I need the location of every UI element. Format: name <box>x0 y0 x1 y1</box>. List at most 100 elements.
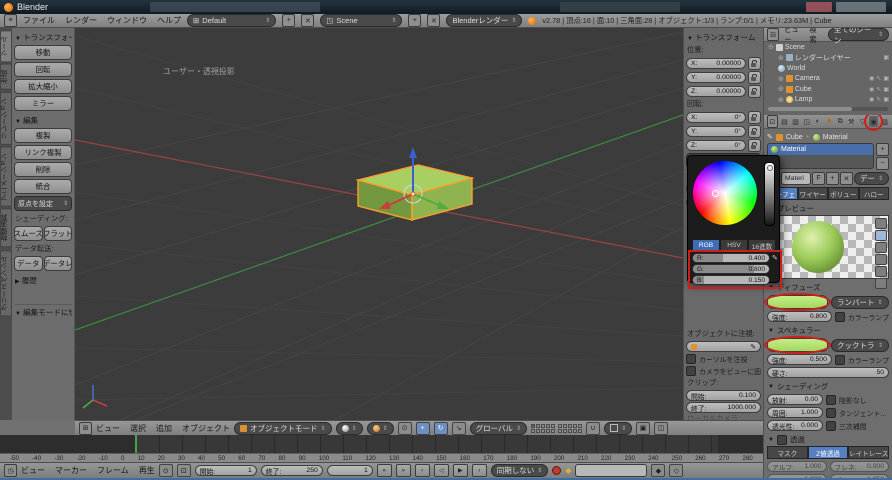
preview-hair-button[interactable] <box>875 266 887 277</box>
current-frame-field[interactable]: 1 <box>327 465 373 476</box>
translucency-slider[interactable]: 透光性:0.000 <box>767 420 823 431</box>
infobar-menu-item[interactable]: ウィンドウ <box>107 15 147 26</box>
sync-dropdown[interactable]: 同期しない⇕ <box>491 464 549 477</box>
jump-to-start-button[interactable]: « <box>377 464 392 477</box>
lock-icon[interactable] <box>748 57 761 70</box>
outliner-row-world[interactable]: World <box>764 63 892 74</box>
tab-scene-icon[interactable]: ◳ <box>802 116 811 127</box>
lock-cursor-checkbox[interactable] <box>686 354 696 364</box>
preview-sphere-button[interactable] <box>875 230 887 241</box>
selectability-icon[interactable]: ↖ <box>876 96 881 103</box>
panel-header-specular[interactable]: ▼ スペキュラー <box>768 325 889 336</box>
color-wheel[interactable] <box>693 161 757 225</box>
color-wheel-cursor[interactable] <box>712 190 719 197</box>
rotation-y-field[interactable]: Y:0° <box>686 126 746 137</box>
panel-header-history[interactable]: ▶ 履歴 <box>15 275 72 286</box>
diffuse-intensity-slider[interactable]: 強度:0.800 <box>767 311 832 322</box>
tool-shelf-tab[interactable]: 物理演算 <box>0 208 12 247</box>
preview-range-icon[interactable]: ⊙ <box>159 464 173 477</box>
render-opengl-button[interactable]: ▣ <box>636 422 650 435</box>
preview-cube-button[interactable] <box>875 242 887 253</box>
editor-type-icon[interactable]: ≡ <box>4 14 17 27</box>
auto-keyframe-record-button[interactable] <box>552 466 561 475</box>
rotate-button[interactable]: 回転 <box>14 62 72 77</box>
snap-magnet-toggle[interactable]: ∪ <box>586 422 600 435</box>
pivot-align-toggle[interactable]: ⊙ <box>398 422 412 435</box>
transparency-checkbox[interactable] <box>777 435 787 445</box>
location-y-field[interactable]: Y:0.00000 <box>686 72 746 83</box>
green-slider[interactable]: G:0.800 <box>692 264 770 274</box>
panel-header-preview[interactable]: ▼ プレビュー <box>768 203 889 214</box>
ambient-slider[interactable]: 周囲:1.000 <box>767 407 823 418</box>
unlink-material-button[interactable]: ✕ <box>840 172 853 185</box>
lock-icon[interactable] <box>748 71 761 84</box>
lock-camera-checkbox[interactable] <box>686 366 696 376</box>
diffuse-shader-dropdown[interactable]: ランバート⇕ <box>831 296 889 309</box>
lock-object-field[interactable]: ✎ <box>686 341 761 352</box>
tab-hex[interactable]: 16進数 <box>748 239 776 252</box>
tool-shelf-tab[interactable]: ツール <box>0 30 12 62</box>
tab-world-icon[interactable]: ◐ <box>814 116 823 127</box>
infobar-menu-item[interactable]: ヘルプ <box>157 15 181 26</box>
value-slider[interactable] <box>764 162 775 226</box>
blue-slider[interactable]: B:0.150 <box>692 275 770 285</box>
tool-shelf-tab[interactable]: アニメーション <box>0 147 12 207</box>
panel-header-edit[interactable]: ▼ 編集 <box>15 115 72 126</box>
remove-slot-button[interactable]: − <box>876 157 889 170</box>
editor-type-icon[interactable]: ⊞ <box>79 422 92 435</box>
panel-header-shading[interactable]: ▼ シェーディング <box>768 381 889 392</box>
outliner-menu-search[interactable]: 検索 <box>809 28 822 45</box>
outliner-horizontal-scrollbar[interactable] <box>768 107 888 111</box>
cubic-checkbox[interactable] <box>826 421 836 431</box>
rotation-z-field[interactable]: Z:0° <box>686 140 746 151</box>
breadcrumb-object[interactable]: Cube <box>786 134 803 141</box>
manipulator-translate-toggle[interactable]: + <box>416 422 430 435</box>
tool-shelf-tab[interactable]: グリースペンシル <box>0 250 12 316</box>
mode-ztransparency[interactable]: Z値透過 <box>808 446 849 459</box>
screen-layout-dropdown[interactable]: ⊞Default⇕ <box>187 14 276 27</box>
tab-render-layers-icon[interactable]: ▥ <box>791 116 800 127</box>
tab-modifiers-icon[interactable]: ⚒ <box>847 116 856 127</box>
viewport-3d[interactable]: ユーザー・透視投影 (1) Cube <box>75 28 683 420</box>
delete-button[interactable]: 削除 <box>14 162 72 177</box>
alpha-slider[interactable]: アルフ:1.000 <box>767 461 827 472</box>
tab-render-icon[interactable]: ▤ <box>780 116 789 127</box>
viewport-shading-dropdown[interactable]: ⇕ <box>336 422 363 435</box>
type-halo[interactable]: ハロー <box>859 187 890 200</box>
outliner-row-camera[interactable]: ⊕Camera◉↖▣ <box>764 74 892 85</box>
play-reverse-button[interactable]: ◁ <box>434 464 449 477</box>
breadcrumb-material[interactable]: Material <box>823 134 848 141</box>
timeline-menu-item[interactable]: マーカー <box>55 465 87 476</box>
value-slider-knob[interactable] <box>767 165 773 171</box>
specular-shader-dropdown[interactable]: クックトランス⇕ <box>831 339 889 352</box>
type-volume[interactable]: ボリュー <box>828 187 859 200</box>
mode-mask[interactable]: マスク <box>767 446 808 459</box>
selectability-icon[interactable]: ↖ <box>876 86 881 93</box>
timeline-menu-item[interactable]: フレーム <box>97 465 129 476</box>
panel-header-transparency[interactable]: ▼ 透過 <box>768 434 889 445</box>
material-slot-active[interactable]: Material <box>768 144 873 155</box>
layers-widget[interactable] <box>531 424 582 433</box>
tool-shelf-tab[interactable]: 作成 <box>0 64 12 90</box>
keying-set-field[interactable] <box>575 464 647 477</box>
data-button[interactable]: データ <box>14 256 43 271</box>
editor-type-icon[interactable]: ⊟ <box>767 28 779 41</box>
mode-raytrace[interactable]: レイトレース <box>848 446 889 459</box>
diffuse-color-swatch[interactable] <box>767 295 828 309</box>
emit-slider[interactable]: 放射:0.00 <box>767 394 823 405</box>
snap-element-dropdown[interactable]: ⇕ <box>604 422 632 435</box>
duplicate-button[interactable]: 複製 <box>14 128 72 143</box>
infobar-menu-item[interactable]: レンダー <box>65 15 97 26</box>
outliner-filter-dropdown[interactable]: 全てのシーン⇕ <box>828 28 889 41</box>
location-x-field[interactable]: X:0.00000 <box>686 58 746 69</box>
infobar-menu-item[interactable]: ファイル <box>23 15 55 26</box>
shade-smooth-button[interactable]: スムーズ <box>14 226 43 241</box>
manipulator-rotate-toggle[interactable]: ↻ <box>434 422 448 435</box>
type-wire[interactable]: ワイヤー <box>798 187 829 200</box>
insert-keyframe-button[interactable]: ◆ <box>651 464 665 477</box>
render-opengl-anim-button[interactable]: ◫ <box>654 422 668 435</box>
delete-scene-button[interactable]: ✕ <box>427 14 440 27</box>
delete-layout-button[interactable]: ✕ <box>301 14 314 27</box>
move-button[interactable]: 移動 <box>14 45 72 60</box>
panel-header-transform[interactable]: ▼ トランスフォーム <box>15 32 72 43</box>
